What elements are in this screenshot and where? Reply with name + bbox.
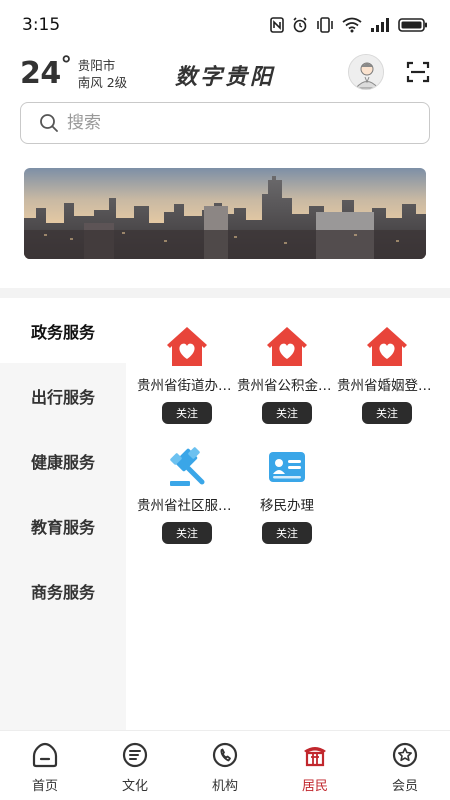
nav-item-home[interactable]: 首页 (0, 731, 90, 800)
category-item-travel[interactable]: 出行服务 (0, 363, 126, 428)
nav-label: 会员 (391, 779, 418, 794)
search-input[interactable] (67, 113, 407, 133)
city-banner-image[interactable] (24, 168, 426, 259)
battery-icon (398, 18, 427, 32)
service-item[interactable]: 贵州省社区服务中心 关注 (132, 444, 242, 544)
nav-item-member[interactable]: 会员 (360, 731, 450, 800)
nav-item-resident[interactable]: 居民 (270, 731, 360, 800)
city-skyline-image (24, 168, 426, 259)
follow-button[interactable]: 关注 (162, 522, 212, 544)
alarm-icon (293, 17, 307, 33)
nav-label: 机构 (211, 779, 238, 794)
heart-house-icon (267, 327, 307, 366)
culture-icon (122, 742, 148, 768)
category-item-government[interactable]: 政务服务 (0, 298, 126, 363)
gavel-icon (170, 447, 205, 486)
follow-button[interactable]: 关注 (162, 402, 212, 424)
nav-label: 居民 (301, 779, 328, 794)
nav-item-culture[interactable]: 文化 (90, 731, 180, 800)
follow-button[interactable]: 关注 (262, 402, 312, 424)
header: 24 ° 贵阳市 南风 2级 数字贵阳 (0, 50, 450, 98)
service-item[interactable]: 贵州省婚姻登记处 关注 (332, 324, 442, 424)
signal-icon (371, 18, 389, 32)
service-label: 移民办理 (260, 498, 314, 514)
id-card-icon (269, 452, 305, 482)
heart-house-icon (167, 327, 207, 366)
nav-item-organization[interactable]: 机构 (180, 731, 270, 800)
scan-icon[interactable] (406, 60, 430, 84)
search-icon (40, 114, 58, 132)
category-sidebar: 政务服务 出行服务 健康服务 教育服务 商务服务 (0, 298, 126, 730)
category-item-health[interactable]: 健康服务 (0, 428, 126, 493)
search-bar[interactable] (20, 102, 430, 144)
home-icon (32, 742, 58, 768)
section-divider (0, 288, 450, 298)
category-item-business[interactable]: 商务服务 (0, 558, 126, 623)
nav-label: 文化 (121, 779, 148, 794)
vibrate-icon (317, 17, 333, 33)
follow-button[interactable]: 关注 (262, 522, 312, 544)
status-time: 3:15 (22, 15, 61, 35)
service-label: 贵州省婚姻登记处 (337, 378, 437, 394)
service-item[interactable]: 移民办理 关注 (232, 444, 342, 544)
bottom-nav: 首页 文化 机构 居民 会员 (0, 730, 450, 800)
service-label: 贵州省社区服务中心 (137, 498, 237, 514)
organization-icon (212, 742, 238, 768)
service-item[interactable]: 贵州省公积金中心 关注 (232, 324, 342, 424)
nav-label: 首页 (31, 779, 58, 794)
member-icon (392, 742, 418, 768)
follow-button[interactable]: 关注 (362, 402, 412, 424)
nfc-icon (270, 17, 284, 33)
service-label: 贵州省公积金中心 (237, 378, 337, 394)
status-bar: 3:15 (0, 0, 450, 50)
wifi-icon (342, 17, 362, 33)
avatar[interactable] (348, 54, 384, 90)
resident-icon (304, 747, 326, 767)
status-icons (270, 17, 428, 33)
category-item-education[interactable]: 教育服务 (0, 493, 126, 558)
service-label: 贵州省街道办事处 (137, 378, 237, 394)
service-item[interactable]: 贵州省街道办事处 关注 (132, 324, 242, 424)
services-grid: 贵州省街道办事处 关注 贵州省公积金中心 关注 贵州省婚姻登记处 关注 贵州省社… (126, 298, 450, 730)
heart-house-icon (367, 327, 407, 366)
